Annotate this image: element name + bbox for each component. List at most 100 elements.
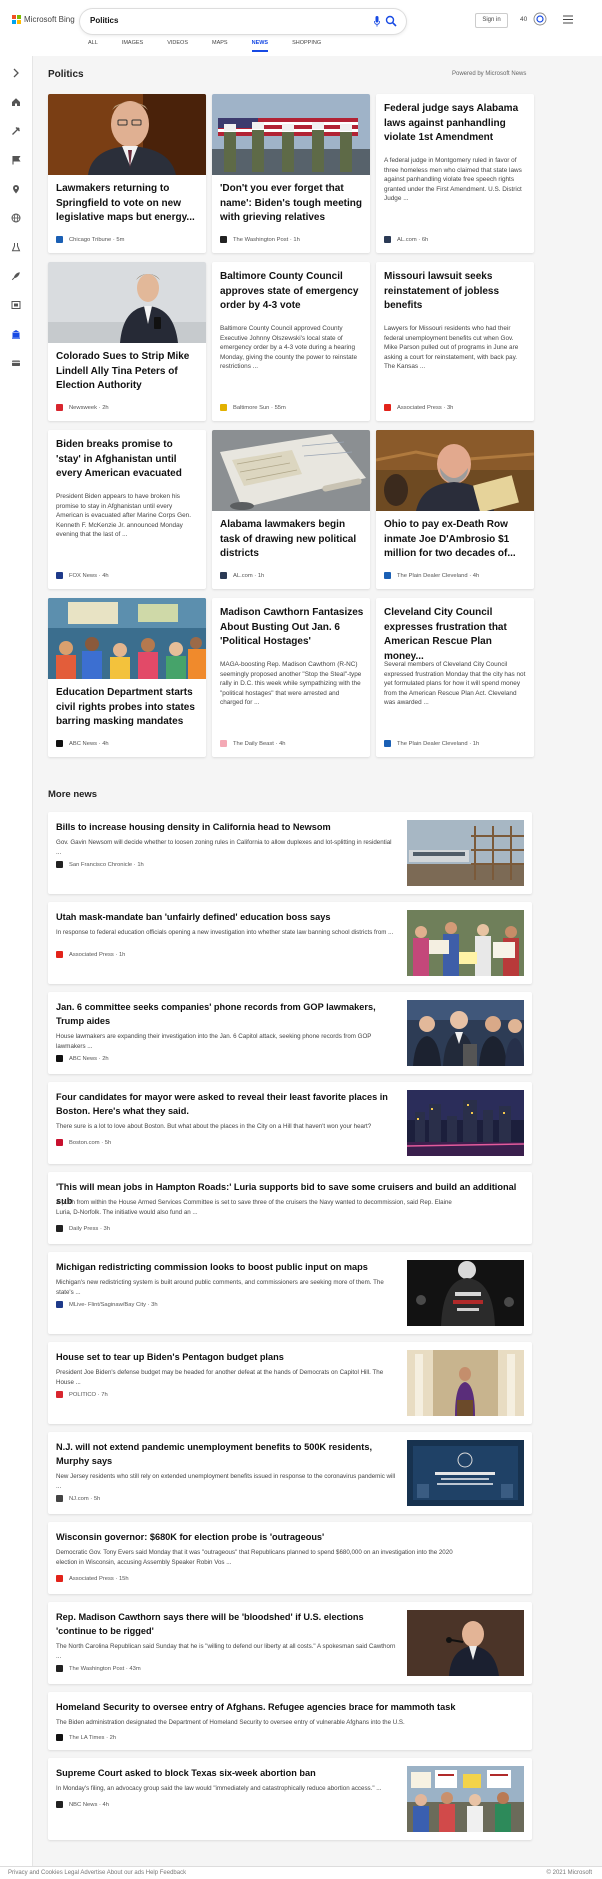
news-source[interactable]: FOX News · 4h [56,572,109,579]
news-source[interactable]: The Washington Post · 1h [220,236,300,243]
news-image[interactable] [407,1766,524,1832]
news-list-item[interactable]: Four candidates for mayor were asked to … [48,1082,532,1164]
hamburger-menu-icon[interactable] [563,15,573,24]
news-source[interactable]: MLive- Flint/Saginaw/Bay City · 3h [56,1301,158,1308]
bing-logo[interactable]: Microsoft Bing [12,15,75,24]
news-source[interactable]: The LA Times · 2h [56,1734,116,1741]
news-card[interactable]: Cleveland City Council expresses frustra… [376,598,534,757]
news-title[interactable]: Madison Cawthorn Fantasizes About Bustin… [220,606,364,650]
news-image[interactable] [407,1610,524,1676]
search-box[interactable]: Politics [80,9,406,34]
news-source[interactable]: San Francisco Chronicle · 1h [56,861,144,868]
news-title[interactable]: House set to tear up Biden's Pentagon bu… [56,1351,401,1365]
news-title[interactable]: Cleveland City Council expresses frustra… [384,606,528,664]
home-icon[interactable] [11,97,21,107]
news-list-item[interactable]: Wisconsin governor: $680K for election p… [48,1522,532,1594]
news-title[interactable]: Bills to increase housing density in Cal… [56,821,401,835]
news-card[interactable]: Biden breaks promise to 'stay' in Afghan… [48,430,206,589]
news-source[interactable]: ABC News · 4h [56,740,109,747]
news-card[interactable]: Alabama lawmakers begin task of drawing … [212,430,370,589]
news-image[interactable] [48,598,206,679]
news-source[interactable]: Baltimore Sun · 55m [220,404,286,411]
news-list-item[interactable]: Bills to increase housing density in Cal… [48,812,532,894]
news-source[interactable]: The Plain Dealer Cleveland · 4h [384,572,479,579]
news-source[interactable]: The Daily Beast · 4h [220,740,286,747]
location-icon[interactable] [11,184,21,194]
search-icon[interactable] [385,15,397,27]
news-list-item[interactable]: Michigan redistricting commission looks … [48,1252,532,1334]
news-title[interactable]: Jan. 6 committee seeks companies' phone … [56,1001,401,1028]
rewards-icon[interactable] [533,12,547,26]
news-list-item[interactable]: Supreme Court asked to block Texas six-w… [48,1758,532,1840]
news-title[interactable]: Biden breaks promise to 'stay' in Afghan… [56,438,200,482]
news-source[interactable]: Chicago Tribune · 5m [56,236,124,243]
news-source[interactable]: NBC News · 4h [56,1801,109,1808]
news-title[interactable]: Wisconsin governor: $680K for election p… [56,1531,526,1545]
wallet-icon[interactable] [11,358,21,368]
news-source[interactable]: AL.com · 1h [220,572,264,579]
film-icon[interactable] [11,300,21,310]
science-icon[interactable] [11,242,21,252]
news-image[interactable] [407,910,524,976]
news-title[interactable]: 'Don't you ever forget that name': Biden… [220,182,364,226]
news-title[interactable]: Lawmakers returning to Springfield to vo… [56,182,200,226]
news-card[interactable]: Lawmakers returning to Springfield to vo… [48,94,206,253]
news-source[interactable]: The Washington Post · 43m [56,1665,141,1672]
news-title[interactable]: Colorado Sues to Strip Mike Lindell Ally… [56,350,200,394]
news-list-item[interactable]: N.J. will not extend pandemic unemployme… [48,1432,532,1514]
news-source[interactable]: The Plain Dealer Cleveland · 1h [384,740,479,747]
flag-icon[interactable] [11,155,21,165]
news-title[interactable]: Supreme Court asked to block Texas six-w… [56,1767,401,1781]
globe-icon[interactable] [11,213,21,223]
news-image[interactable] [407,1260,524,1326]
tab-shopping[interactable]: SHOPPING [292,40,321,52]
news-source[interactable]: Associated Press · 15h [56,1575,129,1582]
news-card[interactable]: Federal judge says Alabama laws against … [376,94,534,253]
news-card[interactable]: Madison Cawthorn Fantasizes About Bustin… [212,598,370,757]
news-title[interactable]: Baltimore County Council approves state … [220,270,364,314]
news-title[interactable]: Four candidates for mayor were asked to … [56,1091,401,1118]
news-card[interactable]: Baltimore County Council approves state … [212,262,370,421]
news-title[interactable]: Education Department starts civil rights… [56,686,200,730]
news-source[interactable]: Newsweek · 2h [56,404,109,411]
news-image[interactable] [48,262,206,343]
footer-links[interactable]: Privacy and Cookies Legal Advertise Abou… [8,1870,186,1876]
news-source[interactable]: ABC News · 2h [56,1055,109,1062]
tab-maps[interactable]: MAPS [212,40,228,52]
news-image[interactable] [407,1440,524,1506]
news-card[interactable]: Missouri lawsuit seeks reinstatement of … [376,262,534,421]
news-list-item[interactable]: Utah mask-mandate ban 'unfairly defined'… [48,902,532,984]
news-image[interactable] [407,1090,524,1156]
news-title[interactable]: Missouri lawsuit seeks reinstatement of … [384,270,528,314]
tab-videos[interactable]: VIDEOS [167,40,188,52]
powered-by-label[interactable]: Powered by Microsoft News [452,71,526,77]
news-title[interactable]: Ohio to pay ex-Death Row inmate Joe D'Am… [384,518,528,562]
news-image[interactable] [407,1350,524,1416]
tools-icon[interactable] [11,126,21,136]
tab-all[interactable]: ALL [88,40,98,52]
news-image[interactable] [376,430,534,511]
news-card[interactable]: Ohio to pay ex-Death Row inmate Joe D'Am… [376,430,534,589]
news-source[interactable]: POLITICO · 7h [56,1391,108,1398]
news-image[interactable] [212,430,370,511]
news-image[interactable] [212,94,370,175]
news-card[interactable]: Colorado Sues to Strip Mike Lindell Ally… [48,262,206,421]
microphone-icon[interactable] [374,16,380,27]
news-title[interactable]: Homeland Security to oversee entry of Af… [56,1701,526,1715]
expand-icon[interactable] [11,68,21,78]
news-image[interactable] [48,94,206,175]
news-list-item[interactable]: House set to tear up Biden's Pentagon bu… [48,1342,532,1424]
news-card[interactable]: Education Department starts civil rights… [48,598,206,757]
news-title[interactable]: Federal judge says Alabama laws against … [384,102,528,146]
search-input[interactable]: Politics [90,16,118,25]
news-title[interactable]: Michigan redistricting commission looks … [56,1261,401,1275]
news-card[interactable]: 'Don't you ever forget that name': Biden… [212,94,370,253]
news-title[interactable]: Utah mask-mandate ban 'unfairly defined'… [56,911,401,925]
news-source[interactable]: AL.com · 6h [384,236,428,243]
news-title[interactable]: N.J. will not extend pandemic unemployme… [56,1441,401,1468]
news-source[interactable]: Boston.com · 5h [56,1139,111,1146]
news-title[interactable]: Rep. Madison Cawthorn says there will be… [56,1611,401,1638]
news-source[interactable]: NJ.com · 5h [56,1495,100,1502]
news-image[interactable] [407,1000,524,1066]
tab-news[interactable]: NEWS [251,40,269,52]
